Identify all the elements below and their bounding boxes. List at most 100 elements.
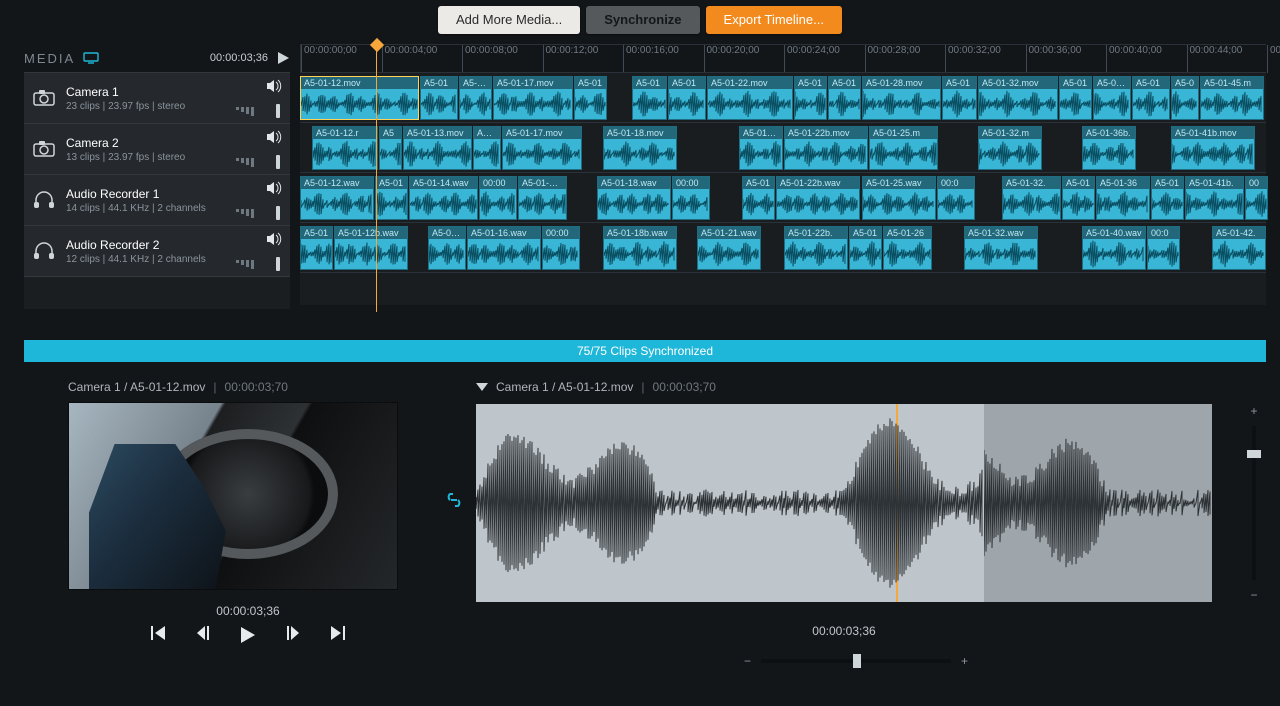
clip[interactable]: A5-01 (1059, 76, 1092, 120)
clip[interactable]: A5-01-40.wav (1082, 226, 1146, 270)
clip[interactable]: A5-01-25.m (869, 126, 938, 170)
timeline-lane[interactable]: A5-01-12.wavA5-01A5-01-14.wav00:00A5-01-… (300, 172, 1266, 223)
clip[interactable]: A5-01-41b.mov (1171, 126, 1255, 170)
clip[interactable]: A5-01-12.wav (300, 176, 374, 220)
add-media-button[interactable]: Add More Media... (438, 6, 580, 34)
clip[interactable]: A5-01-36 (1093, 76, 1131, 120)
waveform-view-active[interactable] (476, 404, 984, 602)
zoom-in-icon[interactable]: + (1250, 404, 1257, 418)
clip[interactable]: A5-01-42. (1212, 226, 1266, 270)
clip[interactable]: A5-01-18.mov (603, 126, 677, 170)
clip[interactable]: A5-01-17.mov (502, 126, 582, 170)
clip[interactable]: A5-01-18b.wav (603, 226, 677, 270)
clip[interactable]: A5-01-12.mov (300, 76, 419, 120)
clip[interactable]: A5-01-22b.wav (776, 176, 860, 220)
clip[interactable]: A5 (379, 126, 402, 170)
volume-fader[interactable] (236, 258, 282, 270)
timeline-lane[interactable]: A5-01A5-01-12b.wavA5-01-1A5-01-16.wav00:… (300, 222, 1266, 273)
link-icon[interactable] (444, 490, 464, 510)
clip[interactable]: A5-01 (849, 226, 882, 270)
skip-start-button[interactable] (151, 626, 167, 644)
zoom-out-icon[interactable]: − (744, 654, 751, 668)
speaker-icon[interactable] (266, 232, 282, 246)
volume-fader[interactable] (236, 105, 282, 117)
clip[interactable]: A5-01-18.wav (597, 176, 671, 220)
clip[interactable]: A5-01-1 (428, 226, 466, 270)
clip[interactable]: A5-01-12.r (312, 126, 378, 170)
clip[interactable]: 00:00 (479, 176, 517, 220)
speaker-icon[interactable] (266, 130, 282, 144)
clip[interactable]: A5-01-16.wav (467, 226, 541, 270)
clip[interactable]: A5-01-45.m (1200, 76, 1264, 120)
clip[interactable]: A5-01-41b. (1185, 176, 1244, 220)
timeline-lane[interactable]: A5-01-12.rA5A5-01-13.movA5-01A5-01-17.mo… (300, 122, 1266, 173)
clip[interactable]: A5-01-21.wav (697, 226, 761, 270)
timeline-ruler[interactable]: 00:00:00;0000:00:04;0000:00:08;0000:00:1… (300, 44, 1266, 73)
clip[interactable]: A5-01-22.mov (707, 76, 793, 120)
clip[interactable]: A5-01-28.mov (862, 76, 941, 120)
clip[interactable]: A5-01 (794, 76, 827, 120)
clip[interactable]: A5-01-13.mov (403, 126, 472, 170)
horizontal-zoom-slider[interactable]: − + (744, 654, 968, 668)
clip[interactable]: A5-0 (1171, 76, 1199, 120)
clip[interactable]: A5-01-15 (459, 76, 492, 120)
clip[interactable]: A5-01 (420, 76, 458, 120)
play-icon[interactable] (276, 51, 290, 65)
clip[interactable]: A5-01-17b (518, 176, 567, 220)
clip[interactable]: 00:00 (542, 226, 580, 270)
clip[interactable]: 00:0 (1147, 226, 1180, 270)
clip[interactable]: A5-01 (473, 126, 501, 170)
clip[interactable]: A5-01 (1151, 176, 1184, 220)
clip[interactable]: A5-01 (1062, 176, 1095, 220)
clip[interactable]: A5-01-22b.mov (784, 126, 868, 170)
clip[interactable]: A5-01-25.wav (862, 176, 936, 220)
play-button[interactable] (239, 626, 257, 644)
clip[interactable]: A5-01-36b. (1082, 126, 1136, 170)
track-header-audio-1[interactable]: Audio Recorder 1 14 clips | 44.1 KHz | 2… (24, 174, 290, 225)
clip[interactable]: 00 (1245, 176, 1268, 220)
track-header-camera-1[interactable]: Camera 1 23 clips | 23.97 fps | stereo (24, 72, 290, 123)
clip[interactable]: A5-01-14.wav (409, 176, 478, 220)
clip[interactable]: 00:0 (937, 176, 975, 220)
clip[interactable]: A5-01-22b. (784, 226, 848, 270)
clip[interactable]: A5-01-32.wav (964, 226, 1038, 270)
chevron-down-icon[interactable] (476, 382, 488, 392)
clip[interactable]: A5-01 (742, 176, 775, 220)
clip[interactable]: A5-01-12b.wav (334, 226, 408, 270)
clip[interactable]: A5-01 (942, 76, 977, 120)
clip[interactable]: A5-01 (1132, 76, 1170, 120)
step-back-button[interactable] (195, 626, 211, 644)
clip[interactable]: A5-01 (668, 76, 706, 120)
clip[interactable]: A5-01 (632, 76, 667, 120)
clip[interactable]: 00:00 (672, 176, 710, 220)
clip[interactable]: A5-01-36 (1096, 176, 1150, 220)
clip[interactable]: A5-01 (574, 76, 607, 120)
volume-fader[interactable] (236, 207, 282, 219)
zoom-out-icon[interactable]: − (1250, 588, 1257, 602)
synchronize-button[interactable]: Synchronize (586, 6, 699, 34)
track-header-camera-2[interactable]: Camera 2 13 clips | 23.97 fps | stereo (24, 123, 290, 174)
clip[interactable]: A5-01-32. (1002, 176, 1061, 220)
volume-fader[interactable] (236, 156, 282, 168)
skip-end-button[interactable] (329, 626, 345, 644)
clip[interactable]: A5-01-17.mov (493, 76, 573, 120)
export-timeline-button[interactable]: Export Timeline... (706, 6, 842, 34)
clip[interactable]: A5-01-26 (883, 226, 932, 270)
waveform-view-inactive[interactable] (984, 404, 1212, 602)
speaker-icon[interactable] (266, 79, 282, 93)
clip[interactable]: A5-01-32.mov (978, 76, 1058, 120)
speaker-icon[interactable] (266, 181, 282, 195)
clip[interactable]: A5-01 (375, 176, 408, 220)
clip[interactable]: A5-01-20 (739, 126, 783, 170)
step-fwd-button[interactable] (285, 626, 301, 644)
timeline-lane[interactable]: A5-01-12.movA5-01A5-01-15A5-01-17.movA5-… (300, 72, 1266, 123)
clip[interactable]: A5-01-32.m (978, 126, 1042, 170)
clip[interactable]: A5-01 (300, 226, 333, 270)
sync-status-bar: 75/75 Clips Synchronized (24, 340, 1266, 362)
playhead[interactable] (376, 40, 377, 312)
track-header-audio-2[interactable]: Audio Recorder 2 12 clips | 44.1 KHz | 2… (24, 225, 290, 276)
zoom-in-icon[interactable]: + (961, 654, 968, 668)
vertical-zoom-slider[interactable]: + − (1242, 404, 1266, 602)
clip[interactable]: A5-01 (828, 76, 861, 120)
video-preview-frame[interactable] (68, 402, 398, 590)
